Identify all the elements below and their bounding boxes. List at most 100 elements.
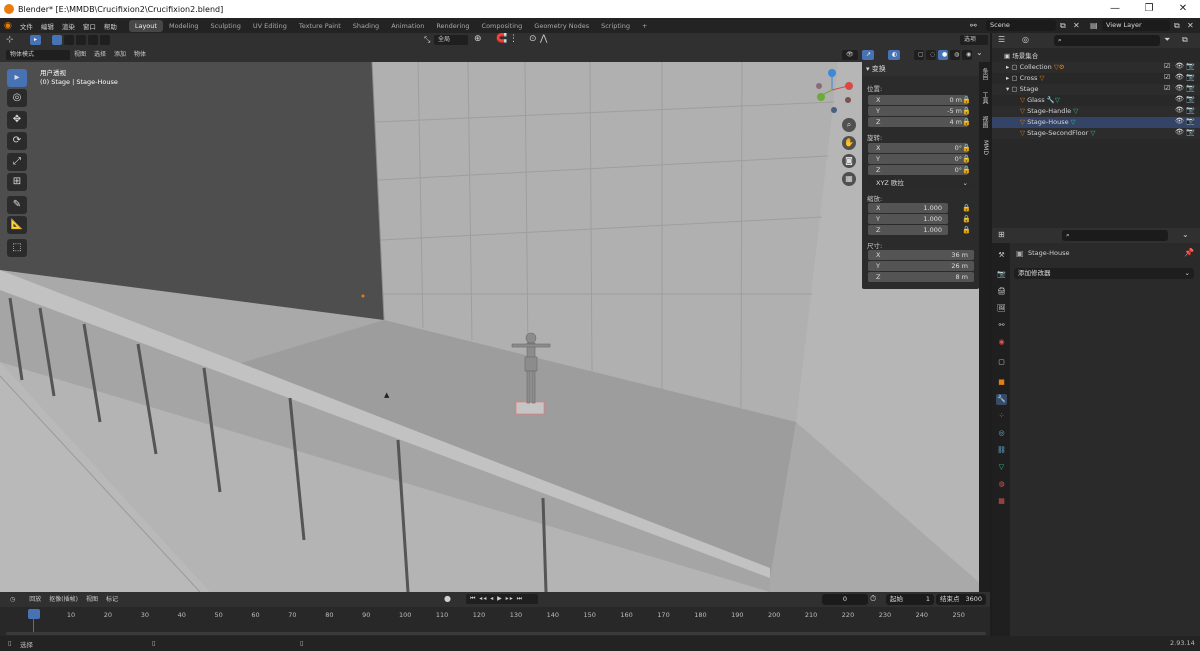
add-modifier-dropdown[interactable]: 添加修改器 ⌄ [1014, 268, 1194, 279]
rotation-y-field[interactable]: Y 0° [868, 154, 968, 164]
sidebar-tab-view[interactable]: 视图 [980, 116, 989, 128]
timeline-menu-view[interactable]: 视图 [82, 595, 102, 605]
pin-icon[interactable]: ⌄ [1182, 230, 1189, 239]
add-cube-tool-icon[interactable]: ⬚ [7, 239, 27, 257]
transform-panel-header[interactable]: ▾ 变换 [862, 62, 979, 76]
select-mode-subtract-icon[interactable] [76, 35, 86, 45]
move-tool-icon[interactable]: ✥ [7, 111, 27, 129]
viewport-menu-add[interactable]: 添加 [110, 50, 130, 60]
tab-uv-editing[interactable]: UV Editing [247, 20, 293, 32]
particles-tab-icon[interactable]: ⁘ [996, 411, 1007, 422]
outliner-row-stage-handle[interactable]: ▽ Stage-Handle ▽ [992, 106, 1200, 117]
lock-icon[interactable]: 🔒 [962, 166, 971, 174]
maximize-button[interactable]: ❐ [1132, 0, 1166, 18]
rotate-tool-icon[interactable]: ⟳ [7, 132, 27, 150]
outliner-row-scene-collection[interactable]: ▣ 场景集合 [992, 51, 1200, 62]
zoom-icon[interactable]: ⌕ [842, 118, 856, 132]
select-tool-icon[interactable]: ▸ [7, 69, 27, 87]
eye-icon[interactable]: 👁 [1175, 84, 1184, 92]
viewport-menu-view[interactable]: 视图 [70, 50, 90, 60]
rotation-z-field[interactable]: Z 0° [868, 165, 968, 175]
close-button[interactable]: ✕ [1166, 0, 1200, 18]
tab-animation[interactable]: Animation [385, 20, 430, 32]
shading-rendered-icon[interactable]: ◉ [962, 50, 972, 60]
shading-solid-icon[interactable]: ● [938, 50, 948, 60]
outliner-row-stage-secondfloor[interactable]: ▽ Stage-SecondFloor ▽ [992, 128, 1200, 139]
dimensions-y-field[interactable]: Y 26 m [868, 261, 974, 271]
proportional-edit-icon[interactable]: ⊙ [529, 34, 537, 44]
view-layer-delete-icon[interactable]: ✕ [1187, 21, 1194, 30]
lock-icon[interactable]: 🔒 [962, 155, 971, 163]
eye-icon[interactable]: 👁 [1175, 106, 1184, 114]
select-mode-invert-icon[interactable] [88, 35, 98, 45]
data-tab-icon[interactable]: ▽ [996, 462, 1007, 473]
location-z-field[interactable]: Z 4 m [868, 117, 968, 127]
lock-icon[interactable]: 🔒 [962, 118, 971, 126]
scene-tab-icon[interactable]: ⚯ [996, 320, 1007, 331]
outliner-editor-icon[interactable]: ☰ [998, 35, 1005, 44]
transform-tool-icon[interactable]: ⊞ [7, 173, 27, 191]
timeline-editor-icon[interactable]: ◷ [6, 595, 19, 605]
menu-help[interactable]: 帮助 [100, 21, 121, 31]
scene-delete-icon[interactable]: ✕ [1073, 21, 1080, 30]
minimize-button[interactable]: — [1098, 0, 1132, 18]
timeline-scrollbar[interactable] [6, 632, 986, 635]
tool-tab-icon[interactable]: ⚒ [996, 250, 1007, 261]
3d-viewport[interactable]: ▲ 用户透视 (0) Stage | Stage-House ▸ ◎ ✥ ⟳ ⤢… [0, 62, 990, 592]
viewport-menu-select[interactable]: 选择 [90, 50, 110, 60]
outliner-row-glass[interactable]: ▽ Glass 🔧▽ [992, 95, 1200, 106]
tab-geometry-nodes[interactable]: Geometry Nodes [528, 20, 595, 32]
world-tab-icon[interactable]: ◉ [996, 337, 1007, 348]
viewport-menu-object[interactable]: 物体 [130, 50, 150, 60]
collection-tab-icon[interactable]: ▢ [996, 357, 1007, 368]
cursor-tool-icon[interactable]: ◎ [7, 89, 27, 107]
start-frame-field[interactable]: 起始 1 [886, 594, 934, 605]
measure-tool-icon[interactable]: 📐 [7, 216, 27, 234]
tab-modeling[interactable]: Modeling [163, 20, 205, 32]
scale-y-field[interactable]: Y 1.000 [868, 214, 948, 224]
display-mode-icon[interactable]: ◎ [1022, 35, 1029, 44]
eye-icon[interactable]: 👁 [1175, 117, 1184, 125]
camera-icon[interactable]: 📷 [1186, 117, 1195, 125]
tab-layout[interactable]: Layout [128, 19, 163, 32]
camera-icon[interactable]: 📷 [1186, 128, 1195, 136]
tab-texture-paint[interactable]: Texture Paint [293, 20, 347, 32]
new-collection-icon[interactable]: ⧉ [1182, 35, 1188, 45]
current-frame-field[interactable]: 0 [822, 594, 868, 605]
rotation-mode-dropdown[interactable]: XYZ 欧拉 ⌄ [868, 178, 974, 188]
timeline-menu-playback[interactable]: 回放 [25, 595, 45, 605]
dimensions-z-field[interactable]: Z 8 m [868, 272, 974, 282]
camera-icon[interactable]: 📷 [1186, 106, 1195, 114]
view-layer-tab-icon[interactable]: 🖼 [996, 303, 1007, 314]
camera-icon[interactable]: 📷 [1186, 84, 1195, 92]
annotate-tool-icon[interactable]: ✎ [7, 196, 27, 214]
checkbox-icon[interactable]: ☑ [1164, 62, 1170, 70]
tab-compositing[interactable]: Compositing [476, 20, 529, 32]
lock-icon[interactable]: 🔒 [962, 204, 971, 212]
select-mode-intersect-icon[interactable] [100, 35, 110, 45]
location-x-field[interactable]: X 0 m [868, 95, 968, 105]
eye-icon[interactable]: 👁 [1175, 73, 1184, 81]
checkbox-icon[interactable]: ☑ [1164, 84, 1170, 92]
editor-type-icon[interactable]: ⊹ [6, 35, 14, 45]
options-dropdown[interactable]: 选项 [960, 35, 988, 45]
pivot-icon[interactable]: ⊕ [474, 34, 482, 44]
pin-object-icon[interactable]: 📌 [1184, 248, 1194, 257]
select-mode-extend-icon[interactable] [64, 35, 74, 45]
location-y-field[interactable]: Y -5 m [868, 106, 968, 116]
outliner-row-stage-house[interactable]: ▽ Stage-House ▽ [992, 117, 1200, 128]
object-tab-icon[interactable]: ■ [996, 377, 1007, 388]
output-tab-icon[interactable]: 🖨 [996, 286, 1007, 297]
gizmo-toggle-icon[interactable]: ↗ [862, 50, 874, 60]
camera-view-icon[interactable]: ◙ [842, 154, 856, 168]
transform-orientation-dropdown[interactable]: 全局 [434, 35, 468, 45]
snap-icon[interactable]: 🧲 [496, 34, 507, 44]
properties-search-input[interactable]: ⌕ [1062, 230, 1168, 241]
object-mode-dropdown[interactable]: 物体模式 [6, 50, 70, 60]
menu-render[interactable]: 渲染 [58, 21, 79, 31]
menu-window[interactable]: 窗口 [79, 21, 100, 31]
menu-edit[interactable]: 编辑 [37, 21, 58, 31]
eye-icon[interactable]: 👁 [1175, 95, 1184, 103]
lock-icon[interactable]: 🔒 [962, 144, 971, 152]
outliner-search-input[interactable]: ⌕ [1054, 35, 1160, 46]
